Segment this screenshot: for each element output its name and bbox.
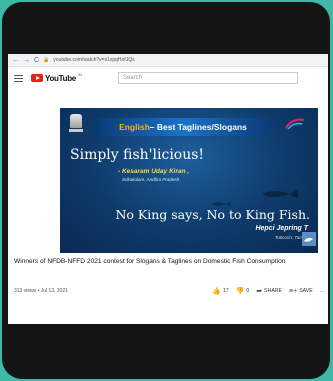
save-button[interactable]: ≡+ SAVE <box>289 288 313 295</box>
view-count-date: 313 views • Jul 13, 2021 <box>14 288 69 294</box>
browser-screen: ← → C 🔒 youtube.com/watch?v=x1xpqHofJQs … <box>8 54 328 324</box>
dislike-button[interactable]: 👎 0 <box>236 288 250 295</box>
fish-icon <box>262 189 298 199</box>
share-button[interactable]: ➦ SHARE <box>256 288 282 295</box>
video-meta-row: 313 views • Jul 13, 2021 👍 17 👎 0 ➦ SHAR… <box>14 286 324 296</box>
lock-icon: 🔒 <box>43 57 50 63</box>
back-icon[interactable]: ← <box>12 57 19 64</box>
video-banner: English – Best Taglines/Slogans <box>98 118 268 136</box>
logo-text: YouTube <box>45 73 76 83</box>
playlist-add-icon: ≡+ <box>289 287 298 295</box>
fish-logo-icon <box>285 118 305 130</box>
dislike-count: 0 <box>246 288 250 294</box>
search-input[interactable]: Search <box>117 72 298 84</box>
share-label: SHARE <box>264 288 283 294</box>
slogan-one: Simply fish'licious! <box>70 147 205 163</box>
youtube-header: YouTube IN Search <box>8 67 328 89</box>
banner-language: English <box>119 122 150 132</box>
video-player[interactable]: English – Best Taglines/Slogans Simply f… <box>60 108 318 253</box>
slogan-one-place: Srikakulam, Andhra Pradesh <box>122 177 180 182</box>
tablet-device: ← → C 🔒 youtube.com/watch?v=x1xpqHofJQs … <box>2 2 330 379</box>
like-button[interactable]: 👍 17 <box>212 288 229 295</box>
slogan-two-place: Tuticorin, Tami <box>274 235 304 240</box>
banner-text: – Best Taglines/Slogans <box>149 122 247 132</box>
corner-fish-icon <box>302 232 316 246</box>
youtube-play-icon <box>31 74 43 82</box>
thumbs-down-icon: 👎 <box>235 287 245 295</box>
action-buttons: 👍 17 👎 0 ➦ SHARE ≡+ SAVE ... <box>212 288 324 295</box>
hamburger-menu-icon[interactable] <box>14 74 23 82</box>
url-field[interactable]: youtube.com/watch?v=x1xpqHofJQs <box>53 57 134 63</box>
slogan-two-author: Hepci Jepring T <box>255 225 308 232</box>
slogan-one-author: - Kesaram Uday Kiran , <box>118 168 190 175</box>
share-icon: ➦ <box>256 287 263 295</box>
save-label: SAVE <box>299 288 313 294</box>
more-button[interactable]: ... <box>320 288 324 294</box>
address-bar: ← → C 🔒 youtube.com/watch?v=x1xpqHofJQs <box>8 54 328 67</box>
youtube-logo[interactable]: YouTube IN <box>31 71 82 83</box>
forward-icon[interactable]: → <box>23 57 30 64</box>
reload-icon[interactable]: C <box>34 57 39 64</box>
slogan-two: No King says, No to King Fish. <box>115 207 310 222</box>
thumbs-up-icon: 👍 <box>212 287 221 295</box>
video-title: Winners of NFDB-NFFD 2021 contest for Sl… <box>14 258 286 265</box>
country-code: IN <box>77 71 82 77</box>
like-count: 17 <box>222 288 229 294</box>
national-emblem-icon <box>68 114 84 136</box>
